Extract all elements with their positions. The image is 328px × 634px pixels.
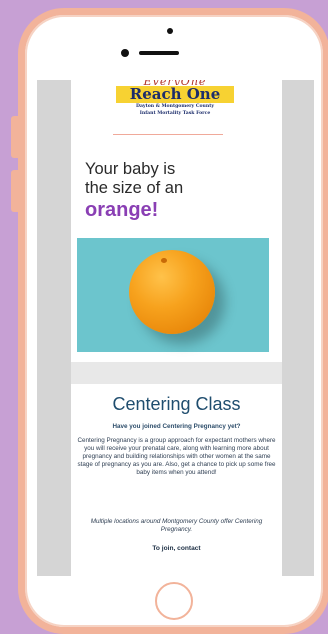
join-contact-text: To join, contact bbox=[152, 545, 201, 552]
home-button[interactable] bbox=[155, 582, 193, 620]
header-divider bbox=[113, 134, 223, 135]
camera-dot-icon bbox=[167, 28, 173, 34]
phone-screen: EveryOne Reach One Dayton & Montgomery C… bbox=[37, 80, 314, 576]
headline-fruit: orange! bbox=[85, 199, 159, 221]
centering-question: Have you joined Centering Pregnancy yet? bbox=[112, 423, 241, 430]
everyone-reach-one-logo[interactable]: EveryOne Reach One Dayton & Montgomery C… bbox=[115, 80, 235, 116]
headline-line-2: the size of an bbox=[85, 179, 184, 197]
section-separator-band bbox=[71, 362, 282, 384]
headline-line-1: Your baby is bbox=[85, 160, 176, 178]
orange-stem bbox=[161, 258, 167, 263]
front-camera-icon bbox=[121, 49, 129, 57]
baby-size-headline: Your baby is the size of an orange! bbox=[85, 160, 275, 222]
centering-locations: Multiple locations around Montgomery Cou… bbox=[90, 518, 263, 533]
speaker-grille bbox=[139, 51, 179, 55]
centering-class-title: Centering Class bbox=[112, 394, 241, 414]
volume-up-button[interactable] bbox=[11, 116, 18, 158]
volume-down-button[interactable] bbox=[11, 170, 18, 212]
email-content: EveryOne Reach One Dayton & Montgomery C… bbox=[71, 80, 282, 576]
orange-photo bbox=[77, 238, 269, 352]
orange-fruit-image bbox=[129, 250, 215, 334]
centering-description: Centering Pregnancy is a group approach … bbox=[77, 437, 276, 476]
logo-tagline-2: Infant Mortality Task Force bbox=[139, 110, 211, 116]
logo-tagline-1: Dayton & Montgomery County bbox=[135, 104, 215, 109]
logo-reach-one-text: Reach One bbox=[116, 86, 234, 103]
